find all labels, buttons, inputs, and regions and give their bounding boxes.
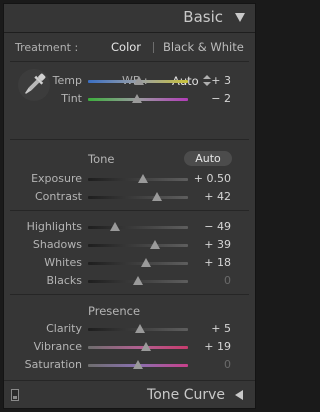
basic-panel: Basic Treatment : Color Black & White WB…	[3, 3, 256, 409]
slider-temp: Temp + 3	[4, 73, 255, 91]
divider	[10, 294, 249, 295]
slider-highlights: Highlights − 49	[4, 219, 255, 237]
slider-track-shadows[interactable]	[88, 244, 188, 247]
tone-curve-title: Tone Curve	[147, 387, 225, 403]
slider-track-vibrance[interactable]	[88, 346, 188, 349]
slider-contrast: Contrast + 42	[4, 189, 255, 207]
slider-track-whites[interactable]	[88, 262, 188, 265]
slider-clarity: Clarity + 5	[4, 321, 255, 339]
panel-toggle-icon[interactable]	[11, 389, 19, 401]
tone-auto-button[interactable]: Auto	[184, 151, 232, 166]
tone-section-label: Tone	[88, 152, 115, 166]
slider-exposure: Exposure + 0.50	[4, 171, 255, 189]
slider-thumb-blacks[interactable]	[133, 276, 143, 285]
divider	[10, 139, 249, 140]
slider-value-shadows[interactable]: + 39	[204, 238, 231, 251]
slider-label-temp: Temp	[52, 74, 82, 87]
treatment-divider	[153, 42, 154, 53]
slider-value-highlights[interactable]: − 49	[204, 220, 231, 233]
slider-label-blacks: Blacks	[46, 274, 83, 287]
slider-label-clarity: Clarity	[46, 322, 82, 335]
collapse-triangle-icon[interactable]	[235, 13, 245, 22]
slider-track-highlights[interactable]	[88, 226, 188, 229]
slider-label-whites: Whites	[44, 256, 82, 269]
divider	[10, 210, 249, 211]
slider-tint: Tint − 2	[4, 91, 255, 109]
slider-whites: Whites + 18	[4, 255, 255, 273]
slider-thumb-whites[interactable]	[141, 258, 151, 267]
slider-value-exposure[interactable]: + 0.50	[194, 172, 231, 185]
slider-value-clarity[interactable]: + 5	[211, 322, 231, 335]
expand-triangle-icon[interactable]	[235, 390, 243, 400]
slider-thumb-contrast[interactable]	[152, 192, 162, 201]
slider-value-temp[interactable]: + 3	[211, 74, 231, 87]
slider-thumb-tint[interactable]	[132, 94, 142, 103]
slider-saturation: Saturation 0	[4, 357, 255, 375]
slider-value-tint[interactable]: − 2	[211, 92, 231, 105]
treatment-color-option[interactable]: Color	[111, 40, 141, 54]
slider-value-whites[interactable]: + 18	[204, 256, 231, 269]
slider-label-shadows: Shadows	[32, 238, 82, 251]
slider-shadows: Shadows + 39	[4, 237, 255, 255]
treatment-row: Treatment : Color Black & White	[4, 34, 255, 62]
slider-label-contrast: Contrast	[34, 190, 82, 203]
slider-thumb-highlights[interactable]	[110, 222, 120, 231]
slider-label-tint: Tint	[61, 92, 82, 105]
slider-value-saturation[interactable]: 0	[224, 358, 231, 371]
tone-curve-header[interactable]: Tone Curve	[4, 380, 255, 408]
slider-thumb-shadows[interactable]	[150, 240, 160, 249]
slider-track-contrast[interactable]	[88, 196, 188, 199]
slider-label-exposure: Exposure	[31, 172, 82, 185]
slider-thumb-temp[interactable]	[134, 76, 144, 85]
divider	[10, 61, 249, 62]
slider-value-vibrance[interactable]: + 19	[204, 340, 231, 353]
slider-label-vibrance: Vibrance	[33, 340, 82, 353]
slider-thumb-exposure[interactable]	[138, 174, 148, 183]
slider-vibrance: Vibrance + 19	[4, 339, 255, 357]
panel-title: Basic	[183, 8, 223, 26]
slider-thumb-vibrance[interactable]	[141, 342, 151, 351]
panel-header[interactable]: Basic	[4, 4, 255, 33]
slider-thumb-clarity[interactable]	[135, 324, 145, 333]
slider-value-blacks[interactable]: 0	[224, 274, 231, 287]
treatment-bw-option[interactable]: Black & White	[163, 40, 244, 54]
presence-section-label: Presence	[88, 304, 141, 318]
slider-thumb-saturation[interactable]	[133, 360, 143, 369]
treatment-label: Treatment :	[15, 41, 79, 54]
slider-value-contrast[interactable]: + 42	[204, 190, 231, 203]
slider-label-saturation: Saturation	[24, 358, 82, 371]
slider-blacks: Blacks 0	[4, 273, 255, 291]
slider-label-highlights: Highlights	[26, 220, 82, 233]
